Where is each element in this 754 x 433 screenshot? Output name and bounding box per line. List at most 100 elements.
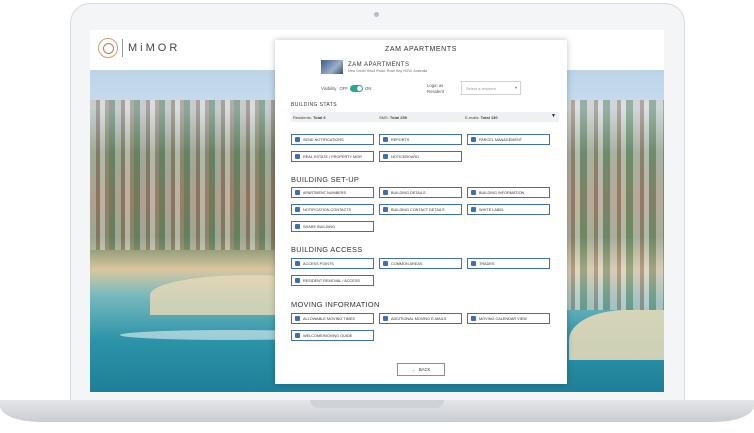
laptop-mockup: MiMOR ZAM APARTMENTS ZAM APARTMENTS New …: [0, 0, 754, 433]
building-details-button[interactable]: BUILDING DETAILS: [379, 187, 462, 198]
login-as-label: Login as Resident: [427, 83, 444, 94]
noticeboard-icon: [383, 154, 388, 159]
stat-emails-value: Total 130: [480, 115, 498, 120]
reports-button[interactable]: REPORTS: [379, 134, 462, 145]
contact-card-icon: [383, 207, 388, 212]
common-area-icon: [383, 261, 388, 266]
button-label: SHARE BUILDING: [303, 224, 336, 229]
building-icon: [383, 190, 388, 195]
button-label: WELCOME/MOVING GUIDE: [303, 333, 353, 338]
parcel-management-button[interactable]: PARCEL MANAGEMENT: [467, 134, 550, 145]
city-right: [564, 100, 664, 310]
share-building-button[interactable]: SHARE BUILDING: [291, 221, 374, 232]
button-label: ALLOWABLE MOVING TIMES: [303, 316, 355, 321]
button-label: BUILDING DETAILS: [391, 190, 426, 195]
building-contact-details-button[interactable]: BUILDING CONTACT DETAILS: [379, 204, 462, 215]
camera-icon: [374, 12, 379, 17]
button-label: BUILDING INFORMATION: [479, 190, 525, 195]
toggle-on-label: ON: [365, 86, 372, 91]
button-label: BUILDING CONTACT DETAILS: [391, 207, 445, 212]
noticeboard-button[interactable]: NOTICEBOARD: [379, 151, 462, 162]
visibility-label: Visibility: [321, 86, 337, 91]
stat-emails: E-mails: Total 130: [465, 115, 498, 120]
chevron-down-icon: ▾: [514, 85, 517, 90]
button-label: SEND NOTIFICATIONS: [303, 137, 344, 142]
button-label: MOVING CALENDAR VIEW: [479, 316, 527, 321]
section-title-stats: BUILDING STATS: [291, 102, 337, 108]
send-notifications-button[interactable]: SEND NOTIFICATIONS: [291, 134, 374, 145]
apartment-numbers-button[interactable]: APARTMENT NUMBERS: [291, 187, 374, 198]
access-points-button[interactable]: ACCESS POINTS: [291, 258, 374, 269]
calendar-icon: [471, 316, 476, 321]
button-label: REAL ESTATE / PROPERTY MGR: [303, 154, 362, 159]
stat-emails-label: E-mails:: [465, 115, 480, 120]
moving-calendar-view-button[interactable]: MOVING CALENDAR VIEW: [467, 313, 550, 324]
building-address: New South Head Road, Rose Bay NSW, Austr…: [348, 68, 428, 73]
stat-sms-label: SMS:: [379, 115, 389, 120]
tools-icon: [471, 261, 476, 266]
clock-icon: [295, 316, 300, 321]
grid-icon: [295, 190, 300, 195]
notification-icon: [295, 137, 300, 142]
stat-residents-label: Residents:: [293, 115, 312, 120]
stat-residents-value: Total 6: [313, 115, 326, 120]
building-panel: ZAM APARTMENTS ZAM APARTMENTS New South …: [275, 40, 567, 384]
visibility-toggle[interactable]: [350, 85, 364, 92]
resident-select-placeholder: Select a resident: [466, 86, 496, 91]
section-title-access: BUILDING ACCESS: [291, 245, 363, 254]
contacts-icon: [295, 207, 300, 212]
user-remove-icon: [295, 278, 300, 283]
logo-text: MiMOR: [128, 42, 181, 54]
button-label: APARTMENT NUMBERS: [303, 190, 347, 195]
stats-bar[interactable]: Residents: Total 6 SMS: Total 255 E-mail…: [291, 112, 559, 122]
notification-contacts-button[interactable]: NOTIFICATION CONTACTS: [291, 204, 374, 215]
back-label: BACK: [418, 367, 431, 372]
visibility-control: Visibility OFF ON: [321, 85, 372, 92]
city-left: [90, 100, 280, 250]
button-label: TRADES: [479, 261, 495, 266]
beach-right: [569, 310, 664, 360]
email-icon: [383, 316, 388, 321]
button-label: ACCESS POINTS: [303, 261, 334, 266]
welcome-moving-guide-button[interactable]: WELCOME/MOVING GUIDE: [291, 330, 374, 341]
building-information-button[interactable]: BUILDING INFORMATION: [467, 187, 550, 198]
guide-icon: [295, 333, 300, 338]
resident-select[interactable]: Select a resident ▾: [461, 81, 521, 95]
building-name: ZAM APARTMENTS: [348, 61, 410, 68]
button-label: REPORTS: [391, 137, 410, 142]
button-label: PARCEL MANAGEMENT: [479, 137, 523, 142]
reports-icon: [383, 137, 388, 142]
stat-sms: SMS: Total 255: [379, 115, 407, 120]
toggle-off-label: OFF: [339, 86, 349, 91]
button-label: NOTICEBOARD: [391, 154, 419, 159]
stat-residents: Residents: Total 6: [293, 115, 326, 120]
access-icon: [295, 261, 300, 266]
logo-divider: [122, 39, 123, 57]
button-label: WHITE LABEL: [479, 207, 505, 212]
common-areas-button[interactable]: COMMON AREAS: [379, 258, 462, 269]
parcel-icon: [471, 137, 476, 142]
back-button[interactable]: ← BACK: [397, 363, 445, 376]
logo[interactable]: MiMOR: [98, 38, 180, 58]
resident-removal-button[interactable]: RESIDENT REMOVAL / ACCESS: [291, 275, 374, 286]
arrow-left-icon: ←: [411, 367, 416, 372]
screen: MiMOR ZAM APARTMENTS ZAM APARTMENTS New …: [90, 30, 664, 392]
trades-button[interactable]: TRADES: [467, 258, 550, 269]
real-estate-button[interactable]: REAL ESTATE / PROPERTY MGR: [291, 151, 374, 162]
home-icon: [295, 154, 300, 159]
button-label: NOTIFICATION CONTACTS: [303, 207, 352, 212]
page-title: ZAM APARTMENTS: [385, 46, 457, 53]
building-header: ZAM APARTMENTS New South Head Road, Rose…: [321, 60, 427, 74]
white-label-button[interactable]: WHITE LABEL: [467, 204, 550, 215]
label-icon: [471, 207, 476, 212]
allowable-moving-times-button[interactable]: ALLOWABLE MOVING TIMES: [291, 313, 374, 324]
caret-down-icon[interactable]: ▼: [551, 113, 556, 119]
button-label: COMMON AREAS: [391, 261, 423, 266]
stat-sms-value: Total 255: [389, 115, 407, 120]
logo-icon: [98, 38, 118, 58]
laptop-notch: [310, 400, 444, 408]
building-thumbnail: [321, 60, 343, 74]
button-label: RESIDENT REMOVAL / ACCESS: [303, 278, 360, 283]
button-label: ADDITIONAL MOVING E-MAILS: [391, 316, 447, 321]
additional-moving-emails-button[interactable]: ADDITIONAL MOVING E-MAILS: [379, 313, 462, 324]
